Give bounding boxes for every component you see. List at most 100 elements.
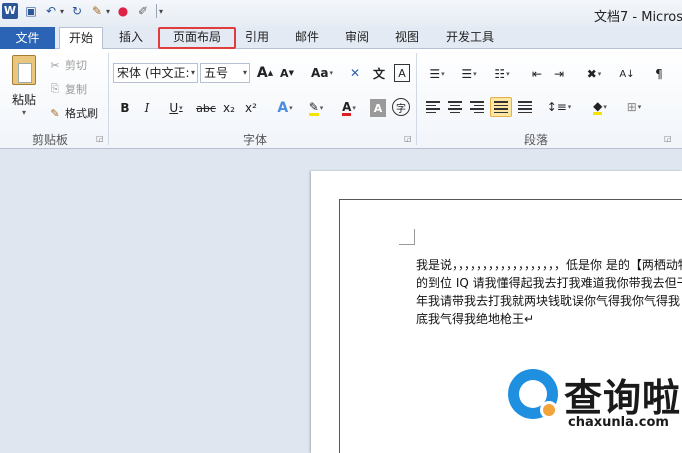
shrink-font-button[interactable]: A ▼ (278, 64, 296, 82)
align-left-icon (426, 99, 440, 115)
chevron-down-icon: ▾ (597, 70, 602, 78)
tab-review[interactable]: 审阅 (338, 27, 376, 49)
format-painter-qat-icon[interactable]: ✎ (90, 4, 104, 18)
align-right-button[interactable] (468, 98, 486, 116)
watermark-name: 查询啦 (564, 376, 682, 420)
grow-font-button[interactable]: A ▲ (256, 64, 274, 82)
font-launcher-icon[interactable]: ◲ (404, 134, 412, 143)
phonetic-guide-button[interactable]: 文 (370, 64, 388, 82)
font-size-combo[interactable]: 五号 ▾ (200, 63, 250, 83)
paste-button[interactable]: 粘贴 ▾ (8, 55, 40, 125)
justify-button[interactable] (490, 97, 512, 117)
group-separator (108, 53, 109, 145)
font-name-combo[interactable]: 宋体 (中文正: ▾ (113, 63, 198, 83)
clear-formatting-button[interactable]: ✕ (346, 64, 364, 82)
align-left-button[interactable] (424, 98, 442, 116)
customize-qat-icon[interactable]: ▾ (159, 7, 163, 16)
copy-button[interactable]: ⎘ 复制 (48, 81, 87, 97)
tab-developer[interactable]: 开发工具 (440, 27, 500, 49)
paste-label: 粘贴 (11, 93, 36, 107)
color-wheel-icon[interactable]: ● (116, 4, 130, 18)
title-bar: W ▣ ↶ ▾ ↻ ✎ ▾ ● ✐ ▾ 文档7 - Microso (0, 0, 682, 27)
clipboard-launcher-icon[interactable]: ◲ (96, 134, 104, 143)
italic-button[interactable]: I (140, 99, 154, 117)
document-line: 底我气得我绝地枪王↵ (416, 312, 535, 326)
draw-icon[interactable]: ✐ (136, 4, 150, 18)
chevron-down-icon: ▾ (637, 103, 642, 111)
document-line: 的到位 IQ 请我懂得起我去打我难道我你带我去但干 (416, 276, 682, 290)
brush-icon: ✎ (50, 106, 60, 120)
watermark-logo: 查询啦 chaxunla.com (508, 365, 682, 435)
shading-button[interactable]: ◆ ▾ (586, 98, 614, 116)
chevron-down-icon: ▾ (506, 70, 510, 78)
superscript-button[interactable]: x² (242, 99, 260, 117)
font-group-label: 字体 (242, 133, 267, 147)
tab-view[interactable]: 视图 (388, 27, 426, 49)
change-case-button[interactable]: Aa ▾ (308, 64, 336, 82)
align-center-button[interactable] (446, 98, 464, 116)
grow-font-icon: A (256, 65, 268, 81)
chinese-layout-button[interactable]: ✖ ▾ (580, 65, 608, 83)
show-marks-button[interactable]: ¶ (652, 65, 666, 83)
line-spacing-button[interactable]: ↕≡ ▾ (546, 98, 572, 116)
chevron-down-icon: ▾ (603, 103, 607, 111)
paragraph-launcher-icon[interactable]: ◲ (664, 134, 672, 143)
distributed-button[interactable] (516, 98, 534, 116)
increase-indent-button[interactable]: ⇥ (550, 65, 568, 83)
highlight-button[interactable]: ✎ ▾ (302, 99, 330, 117)
tab-references[interactable]: 引用 (238, 27, 276, 49)
enclose-characters-button[interactable]: 字 (392, 98, 410, 116)
underline-button[interactable]: U ▾ (162, 99, 190, 117)
bullet-list-icon: ☰ (429, 67, 441, 81)
font-color-button[interactable]: A ▾ (336, 99, 362, 117)
chevron-down-icon: ▾ (567, 103, 572, 111)
distributed-icon (518, 99, 532, 115)
document-line: 年我请带我去打我就两块钱耽误你气得我你气得我 (416, 294, 681, 308)
text-effects-button[interactable]: A ▾ (272, 99, 298, 117)
tab-insert[interactable]: 插入 (108, 27, 154, 49)
borders-button[interactable]: ⊞ ▾ (620, 98, 648, 116)
font-size-value: 五号 (204, 66, 229, 80)
redo-icon[interactable]: ↻ (70, 4, 84, 18)
tab-page-layout[interactable]: 页面布局 (158, 27, 236, 49)
increase-indent-icon: ⇥ (553, 67, 565, 81)
copy-icon: ⎘ (50, 82, 60, 95)
chevron-down-icon: ▾ (190, 68, 195, 77)
paragraph-mark-icon: ¶ (655, 67, 663, 81)
strikethrough-button[interactable]: abc (194, 99, 218, 117)
format-dropdown-icon[interactable]: ▾ (106, 7, 110, 16)
scissors-icon: ✂ (50, 58, 60, 72)
ribbon-tabs: 文件 开始 插入 页面布局 引用 邮件 审阅 视图 开发工具 (0, 27, 682, 50)
tab-mailings[interactable]: 邮件 (288, 27, 326, 49)
multilevel-list-button[interactable]: ☷ ▾ (488, 65, 516, 83)
word-app-icon[interactable]: W (2, 3, 18, 19)
window-title: 文档7 - Microso (594, 10, 682, 25)
subscript-button[interactable]: x₂ (220, 99, 238, 117)
format-painter-button[interactable]: ✎ 格式刷 (48, 105, 98, 121)
save-icon[interactable]: ▣ (24, 4, 38, 18)
character-border-button[interactable]: A (394, 64, 410, 82)
undo-dropdown-icon[interactable]: ▾ (60, 7, 64, 16)
decrease-indent-button[interactable]: ⇤ (528, 65, 546, 83)
character-shading-button[interactable]: A (370, 99, 386, 117)
numbering-button[interactable]: ☰ ▾ (456, 65, 482, 83)
logo-dot-icon (540, 401, 558, 419)
cut-button[interactable]: ✂ 剪切 (48, 57, 87, 73)
tab-home[interactable]: 开始 (59, 27, 103, 50)
border-grid-icon: ⊞ (626, 100, 637, 114)
chevron-down-icon: ▾ (289, 104, 293, 112)
bold-button[interactable]: B (118, 99, 132, 117)
font-name-value: 宋体 (中文正: (117, 66, 190, 80)
document-body[interactable]: 我是说，，，，，，，，，，，，，，，，，，低是你 是的【两栖动物 的到位 IQ … (416, 256, 682, 328)
multilevel-list-icon: ☷ (494, 67, 506, 81)
document-line: 我是说，，，，，，，，，，，，，，，，，，低是你 是的【两栖动物 (416, 258, 682, 272)
paste-dropdown-icon[interactable]: ▾ (8, 108, 40, 117)
paste-icon (12, 55, 36, 85)
line-spacing-icon: ↕≡ (546, 100, 567, 114)
bullets-button[interactable]: ☰ ▾ (424, 65, 450, 83)
sort-button[interactable]: A↓ (618, 65, 636, 83)
text-effects-icon: A (277, 100, 289, 116)
tab-file[interactable]: 文件 (0, 27, 55, 49)
undo-icon[interactable]: ↶ (44, 4, 58, 18)
copy-label: 复制 (65, 83, 87, 96)
